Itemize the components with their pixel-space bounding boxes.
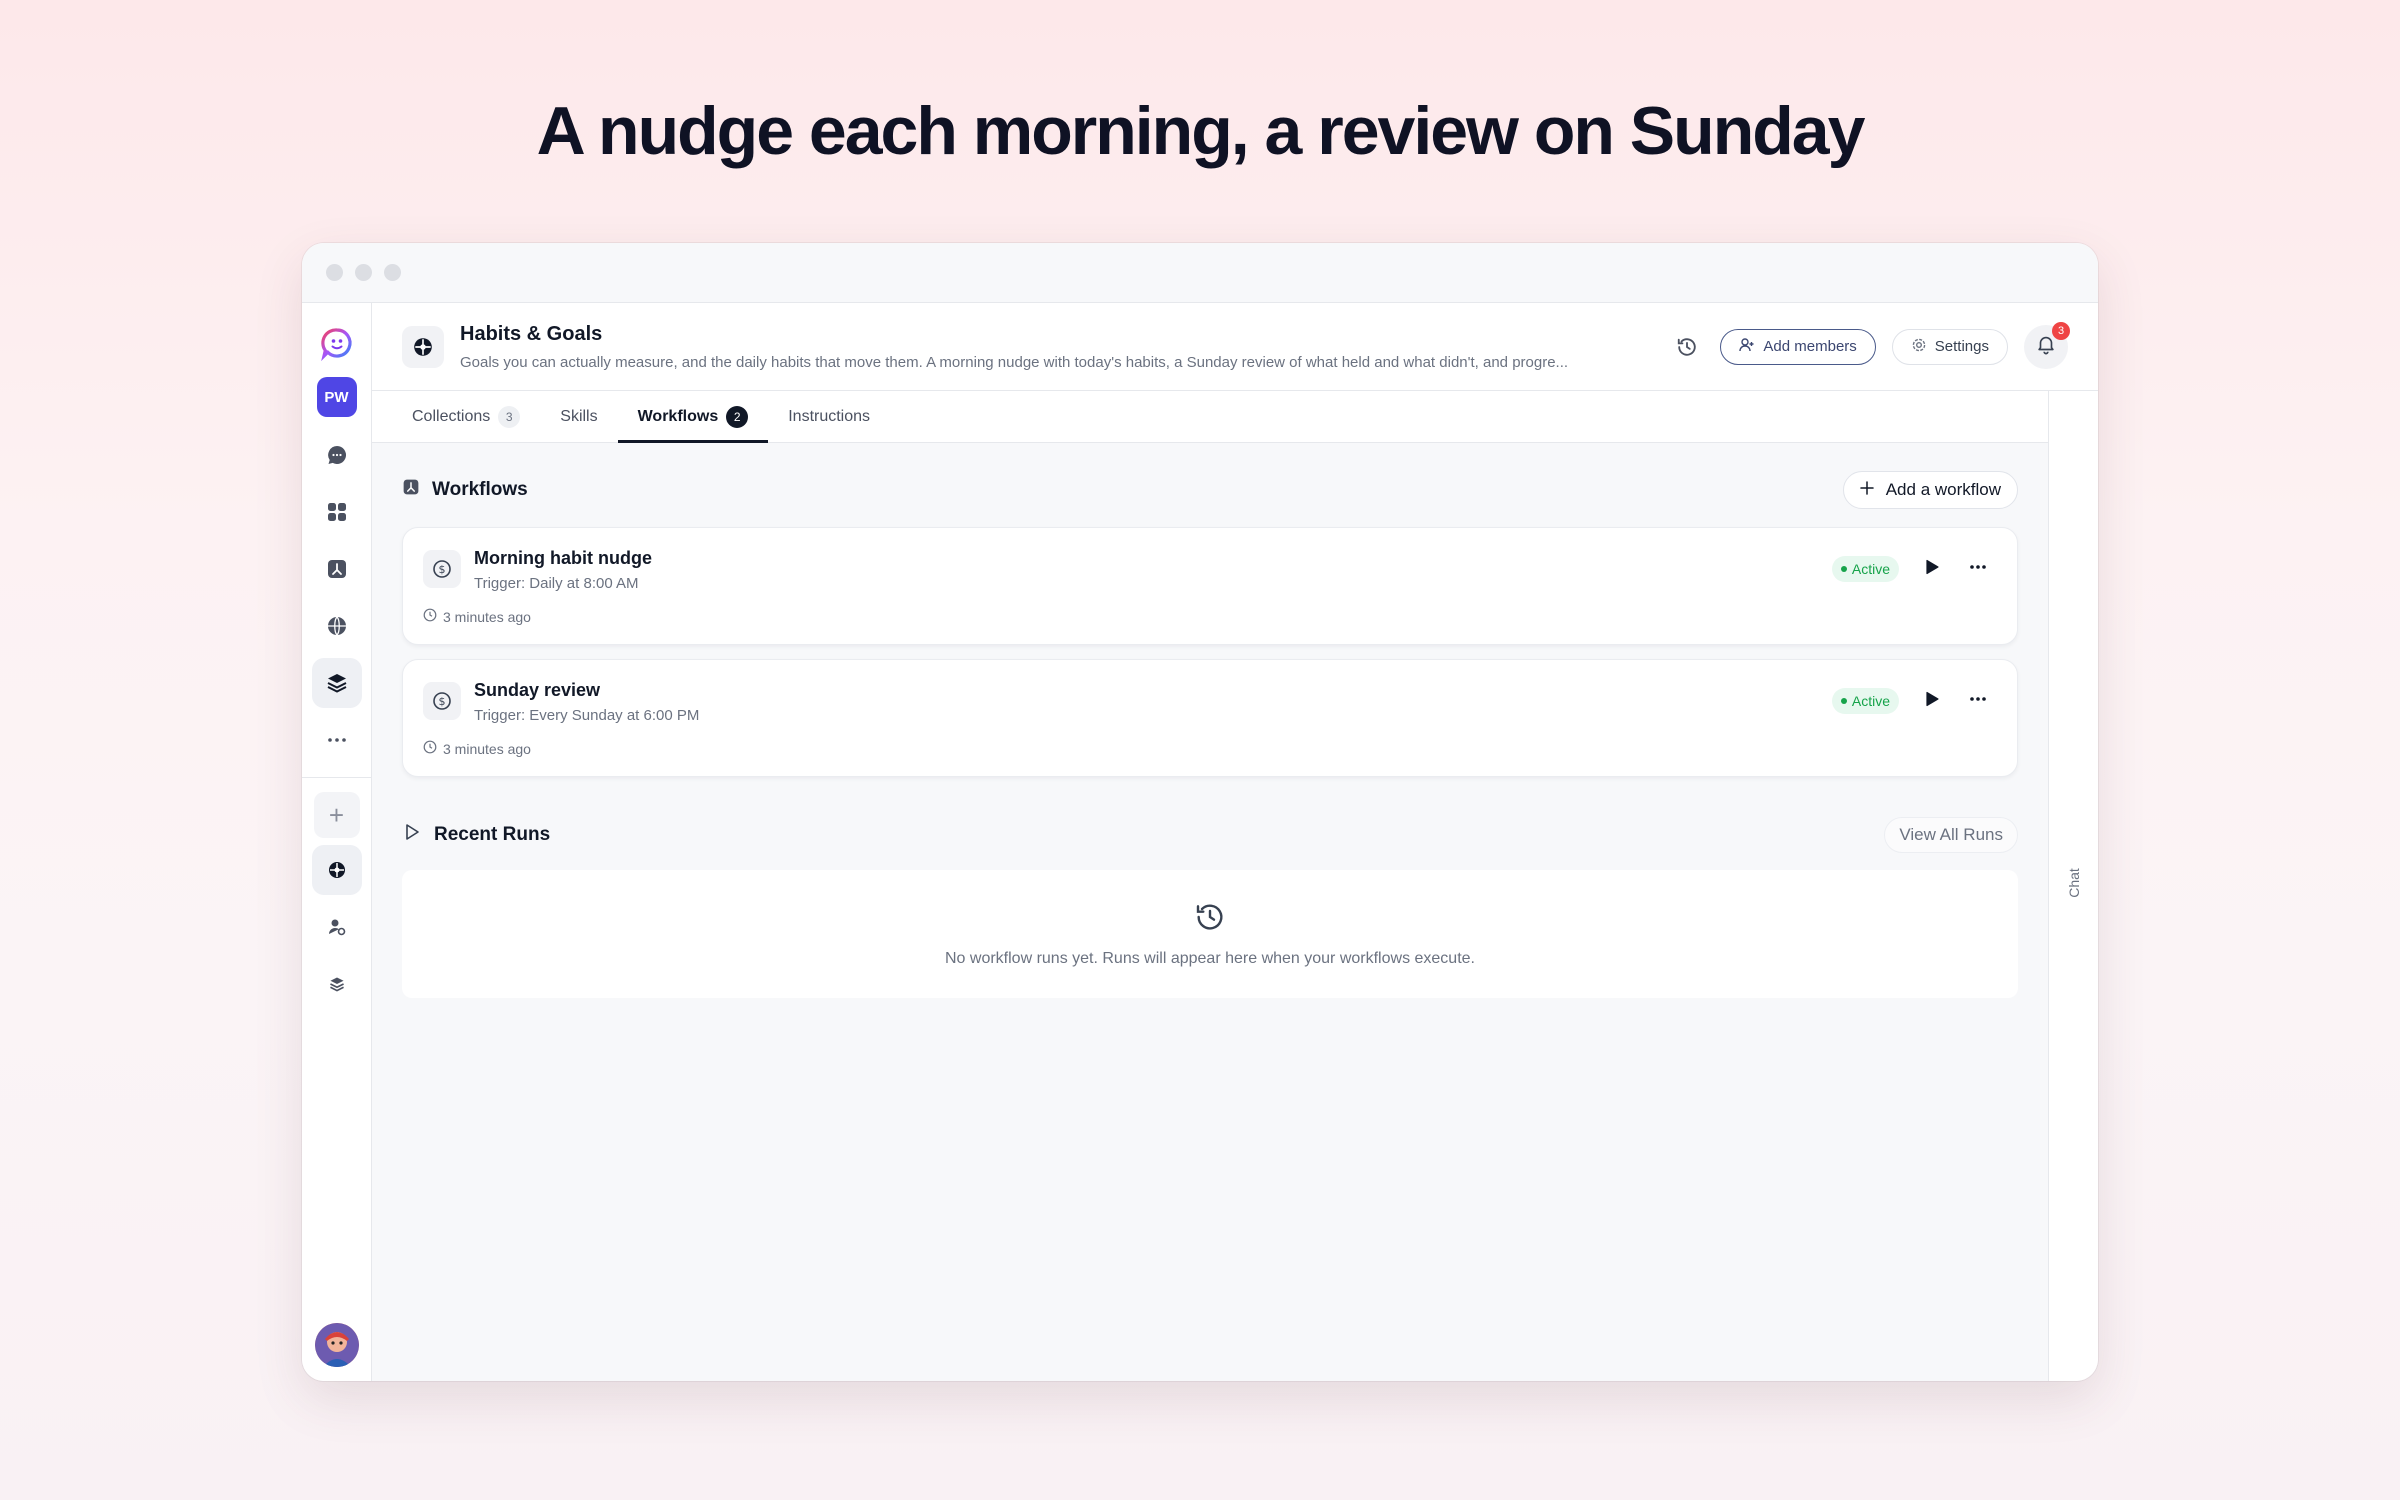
notification-count-badge: 3 <box>2052 321 2070 340</box>
rail-divider <box>302 777 372 778</box>
status-label: Active <box>1851 561 1890 577</box>
workflow-icon[interactable] <box>312 544 362 594</box>
apps-grid-icon[interactable] <box>312 487 362 537</box>
svg-text:$: $ <box>439 695 446 708</box>
play-outline-icon <box>402 822 422 848</box>
window-titlebar <box>302 243 2098 303</box>
habits-goals-space-icon[interactable] <box>311 845 362 895</box>
chat-icon[interactable] <box>312 430 362 480</box>
user-avatar[interactable] <box>315 1323 359 1367</box>
settings-label: Settings <box>1934 338 1989 355</box>
dollar-cycle-icon: $ <box>423 550 461 588</box>
window-maximize-button[interactable] <box>384 264 401 281</box>
settings-button[interactable]: Settings <box>1891 328 2008 365</box>
add-workflow-button[interactable]: Add a workflow <box>1842 471 2018 509</box>
run-workflow-button[interactable] <box>1919 556 1945 582</box>
dollar-cycle-icon: $ <box>423 682 461 720</box>
space-header: Habits & Goals Goals you can actually me… <box>372 303 2098 391</box>
space-description: Goals you can actually measure, and the … <box>460 353 1569 371</box>
workflow-trigger: Trigger: Daily at 8:00 AM <box>474 575 639 592</box>
workflows-section-title: Workflows <box>432 479 528 500</box>
status-dot <box>1840 698 1847 704</box>
workflow-trigger: Trigger: Every Sunday at 6:00 PM <box>474 707 700 724</box>
notifications-button[interactable]: 3 <box>2024 321 2070 369</box>
workflow-card[interactable]: $ Morning habit nudge Trigger: Daily at … <box>402 527 2018 645</box>
history-icon[interactable] <box>1670 330 1704 364</box>
tab-label: Instructions <box>788 407 871 425</box>
svg-text:$: $ <box>439 563 446 576</box>
window-minimize-button[interactable] <box>355 264 372 281</box>
history-icon <box>1194 901 1226 938</box>
left-rail: PW + <box>302 303 372 1381</box>
user-plus-icon <box>1739 337 1755 357</box>
app-window: PW + Habits & Goals Goals you can actual… <box>302 243 2098 1381</box>
window-close-button[interactable] <box>326 264 343 281</box>
clock-icon <box>423 740 437 757</box>
plus-icon <box>1859 480 1874 500</box>
workflow-more-button[interactable] <box>1965 556 1991 582</box>
content-area: Collections 3 Skills Workflows 2 Instruc… <box>372 391 2048 1381</box>
add-workflow-label: Add a workflow <box>1885 480 2001 499</box>
view-all-runs-button[interactable]: View All Runs <box>1884 817 2018 853</box>
more-horizontal-icon <box>1968 557 1988 582</box>
tab-label: Skills <box>560 407 598 425</box>
tab-instructions[interactable]: Instructions <box>768 391 890 442</box>
add-icon[interactable]: + <box>313 792 360 838</box>
status-badge: Active <box>1831 688 1899 714</box>
app-logo-icon[interactable] <box>317 323 357 363</box>
workflow-updated: 3 minutes ago <box>423 740 531 757</box>
tab-bar: Collections 3 Skills Workflows 2 Instruc… <box>372 391 2048 443</box>
status-badge: Active <box>1831 556 1899 582</box>
empty-state-text: No workflow runs yet. Runs will appear h… <box>944 949 1475 967</box>
play-icon <box>1923 690 1941 713</box>
workflow-card[interactable]: $ Sunday review Trigger: Every Sunday at… <box>402 659 2018 777</box>
stack-icon[interactable] <box>312 959 362 1009</box>
tab-workflows[interactable]: Workflows 2 <box>617 391 769 443</box>
workflows-section-header: Workflows Add a workflow <box>402 471 2018 509</box>
workflow-time: 3 minutes ago <box>443 608 531 625</box>
recent-runs-header: Recent Runs View All Runs <box>402 817 2018 853</box>
clock-icon <box>423 608 437 625</box>
tab-label: Collections <box>412 407 491 425</box>
space-title: Habits & Goals <box>460 322 603 345</box>
chat-panel-toggle[interactable]: Chat <box>2048 391 2098 1381</box>
tab-collections[interactable]: Collections 3 <box>392 391 540 442</box>
recent-runs-empty-state: No workflow runs yet. Runs will appear h… <box>402 870 2018 998</box>
workflow-updated: 3 minutes ago <box>423 608 531 625</box>
layers-icon[interactable] <box>311 658 362 708</box>
status-label: Active <box>1851 693 1890 709</box>
tab-skills[interactable]: Skills <box>540 391 617 442</box>
workflow-icon <box>402 478 420 502</box>
recent-runs-title: Recent Runs <box>434 824 551 845</box>
play-icon <box>1923 558 1941 581</box>
chat-label: Chat <box>2066 868 2082 898</box>
person-settings-icon[interactable] <box>312 902 362 952</box>
tab-count: 2 <box>726 405 749 428</box>
workflow-more-button[interactable] <box>1965 688 1991 714</box>
workflow-name: Sunday review <box>474 680 601 700</box>
globe-icon[interactable] <box>312 601 362 651</box>
more-horizontal-icon <box>1968 689 1988 714</box>
hero-title: A nudge each morning, a review on Sunday <box>536 93 1866 169</box>
run-workflow-button[interactable] <box>1919 688 1945 714</box>
add-members-button[interactable]: Add members <box>1720 328 1876 365</box>
workspace-badge[interactable]: PW <box>316 377 357 417</box>
gear-icon <box>1911 337 1927 357</box>
workflow-name: Morning habit nudge <box>474 548 652 568</box>
main-area: Habits & Goals Goals you can actually me… <box>372 303 2098 1381</box>
workflow-time: 3 minutes ago <box>443 740 531 757</box>
tab-label: Workflows <box>637 407 719 425</box>
status-dot <box>1840 566 1847 572</box>
more-icon[interactable] <box>312 715 362 765</box>
tab-count: 3 <box>498 405 521 428</box>
add-members-label: Add members <box>1763 338 1857 355</box>
space-icon <box>402 325 444 368</box>
